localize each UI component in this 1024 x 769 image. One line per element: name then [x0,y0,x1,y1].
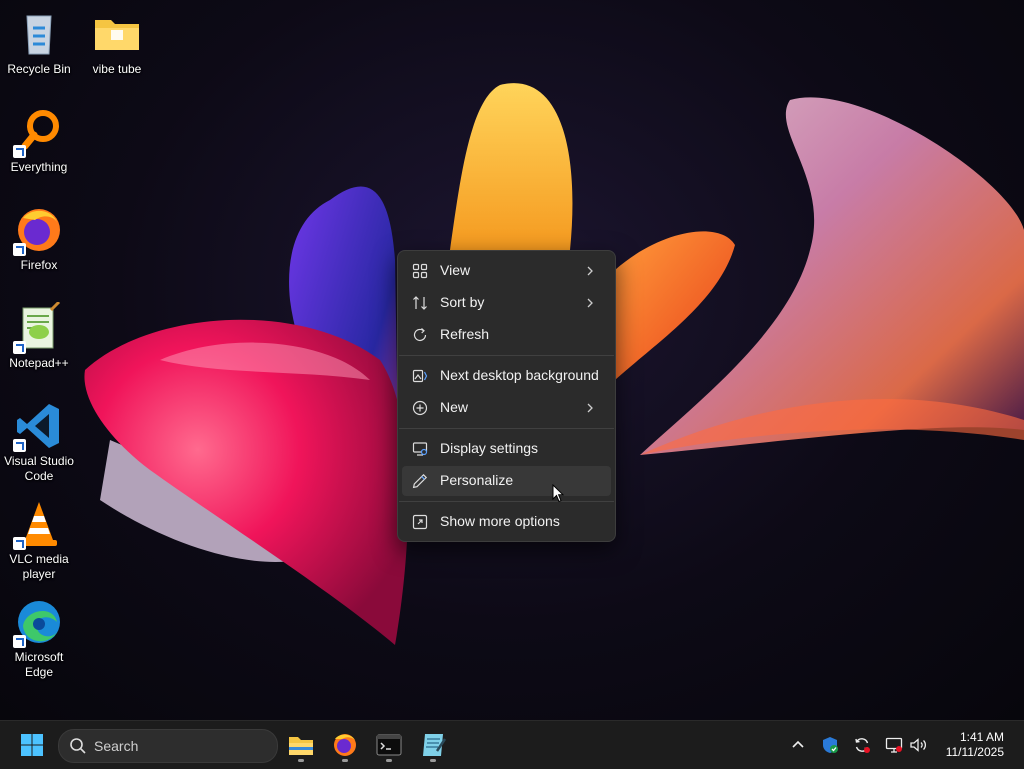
running-indicator [342,759,348,762]
clock-date: 11/11/2025 [945,745,1004,759]
menu-item-label: Sort by [440,294,485,310]
shortcut-arrow-icon [13,145,26,158]
notepad-app-icon [423,734,447,756]
firefox-icon [334,734,356,756]
search-placeholder: Search [94,738,139,754]
desktop-icon-recycle-bin[interactable]: Recycle Bin [0,8,78,77]
menu-item-label: Display settings [440,440,539,456]
desktop-icon-label: Visual Studio Code [4,454,74,483]
next-background-icon [412,368,428,384]
menu-item-label: Next desktop background [440,367,599,383]
folder-icon [91,8,143,60]
taskbar-clock[interactable]: 1:41 AM 11/11/2025 [946,730,1004,760]
desktop-icon-label: Recycle Bin [7,62,71,76]
chevron-up-icon[interactable] [788,735,808,755]
desktop-icon-label: Everything [10,160,68,174]
menu-separator [399,355,614,356]
desktop-context-menu: View Sort by Refresh Next desktop backgr… [397,250,616,542]
running-indicator [386,759,392,762]
desktop-icon-label: Notepad++ [9,356,69,370]
desktop-icon-label: VLC media player [9,552,69,581]
menu-item-new[interactable]: New [402,393,611,423]
start-button[interactable] [14,727,50,763]
menu-item-label: Refresh [440,326,490,342]
desktop-icon-vlc[interactable]: VLC media player [0,498,78,582]
new-plus-icon [412,400,428,416]
taskbar-terminal[interactable] [371,727,407,763]
desktop-icon-label: vibe tube [92,62,142,76]
running-indicator [298,759,304,762]
shortcut-arrow-icon [13,537,26,550]
sync-icon[interactable] [852,735,872,755]
firefox-icon [13,204,65,256]
shortcut-arrow-icon [13,635,26,648]
chevron-right-icon [583,264,597,278]
desktop-icon-notepad-plus-plus[interactable]: Notepad++ [0,300,78,371]
grid-view-icon [412,263,428,279]
desktop-icon-everything[interactable]: Everything [0,106,78,175]
display-settings-icon [412,441,428,457]
clock-time: 1:41 AM [959,730,1004,744]
menu-item-display-settings[interactable]: Display settings [402,434,611,464]
more-options-icon [412,514,428,530]
menu-item-view[interactable]: View [402,256,611,286]
menu-separator [399,501,614,502]
mouse-cursor-icon [552,483,565,508]
everything-search-icon [13,106,65,158]
pen-icon [412,473,428,489]
taskbar-file-explorer[interactable] [283,727,319,763]
desktop-icon-firefox[interactable]: Firefox [0,204,78,273]
menu-item-label: Personalize [440,472,514,488]
taskbar-notepad[interactable] [415,727,451,763]
running-indicator [430,759,436,762]
volume-icon[interactable] [908,735,928,755]
menu-separator [399,428,614,429]
terminal-icon [376,734,402,756]
vscode-icon [13,400,65,452]
defender-icon[interactable] [820,735,840,755]
menu-item-personalize[interactable]: Personalize [402,466,611,496]
desktop-icon-label: Firefox [20,258,58,272]
shortcut-arrow-icon [13,439,26,452]
desktop-icon-edge[interactable]: Microsoft Edge [0,596,78,680]
desktop-icon-vscode[interactable]: Visual Studio Code [0,400,78,484]
windows-logo-icon [21,734,43,756]
search-icon [69,737,87,760]
recycle-bin-icon [13,8,65,60]
file-explorer-icon [289,737,313,755]
network-icon[interactable] [884,735,904,755]
shortcut-arrow-icon [13,341,26,354]
sort-icon [412,295,428,311]
notepad-plus-plus-icon [13,300,65,354]
chevron-right-icon [583,401,597,415]
menu-item-sort-by[interactable]: Sort by [402,288,611,318]
refresh-icon [412,327,428,343]
desktop-icon-label: Microsoft Edge [14,650,64,679]
menu-item-show-more-options[interactable]: Show more options [402,507,611,537]
vlc-cone-icon [13,498,65,550]
menu-item-next-desktop-background[interactable]: Next desktop background [402,361,611,391]
chevron-right-icon [583,296,597,310]
shortcut-arrow-icon [13,243,26,256]
edge-icon [13,596,65,648]
menu-item-label: New [440,399,469,415]
taskbar-firefox[interactable] [327,727,363,763]
menu-item-label: Show more options [440,513,560,529]
menu-item-refresh[interactable]: Refresh [402,320,611,350]
taskbar-search-box[interactable]: Search [58,729,278,763]
taskbar: Search 1:41 AM 11/11/2025 [0,720,1024,769]
menu-item-label: View [440,262,471,278]
desktop-icon-vibe-tube[interactable]: vibe tube [78,8,156,77]
